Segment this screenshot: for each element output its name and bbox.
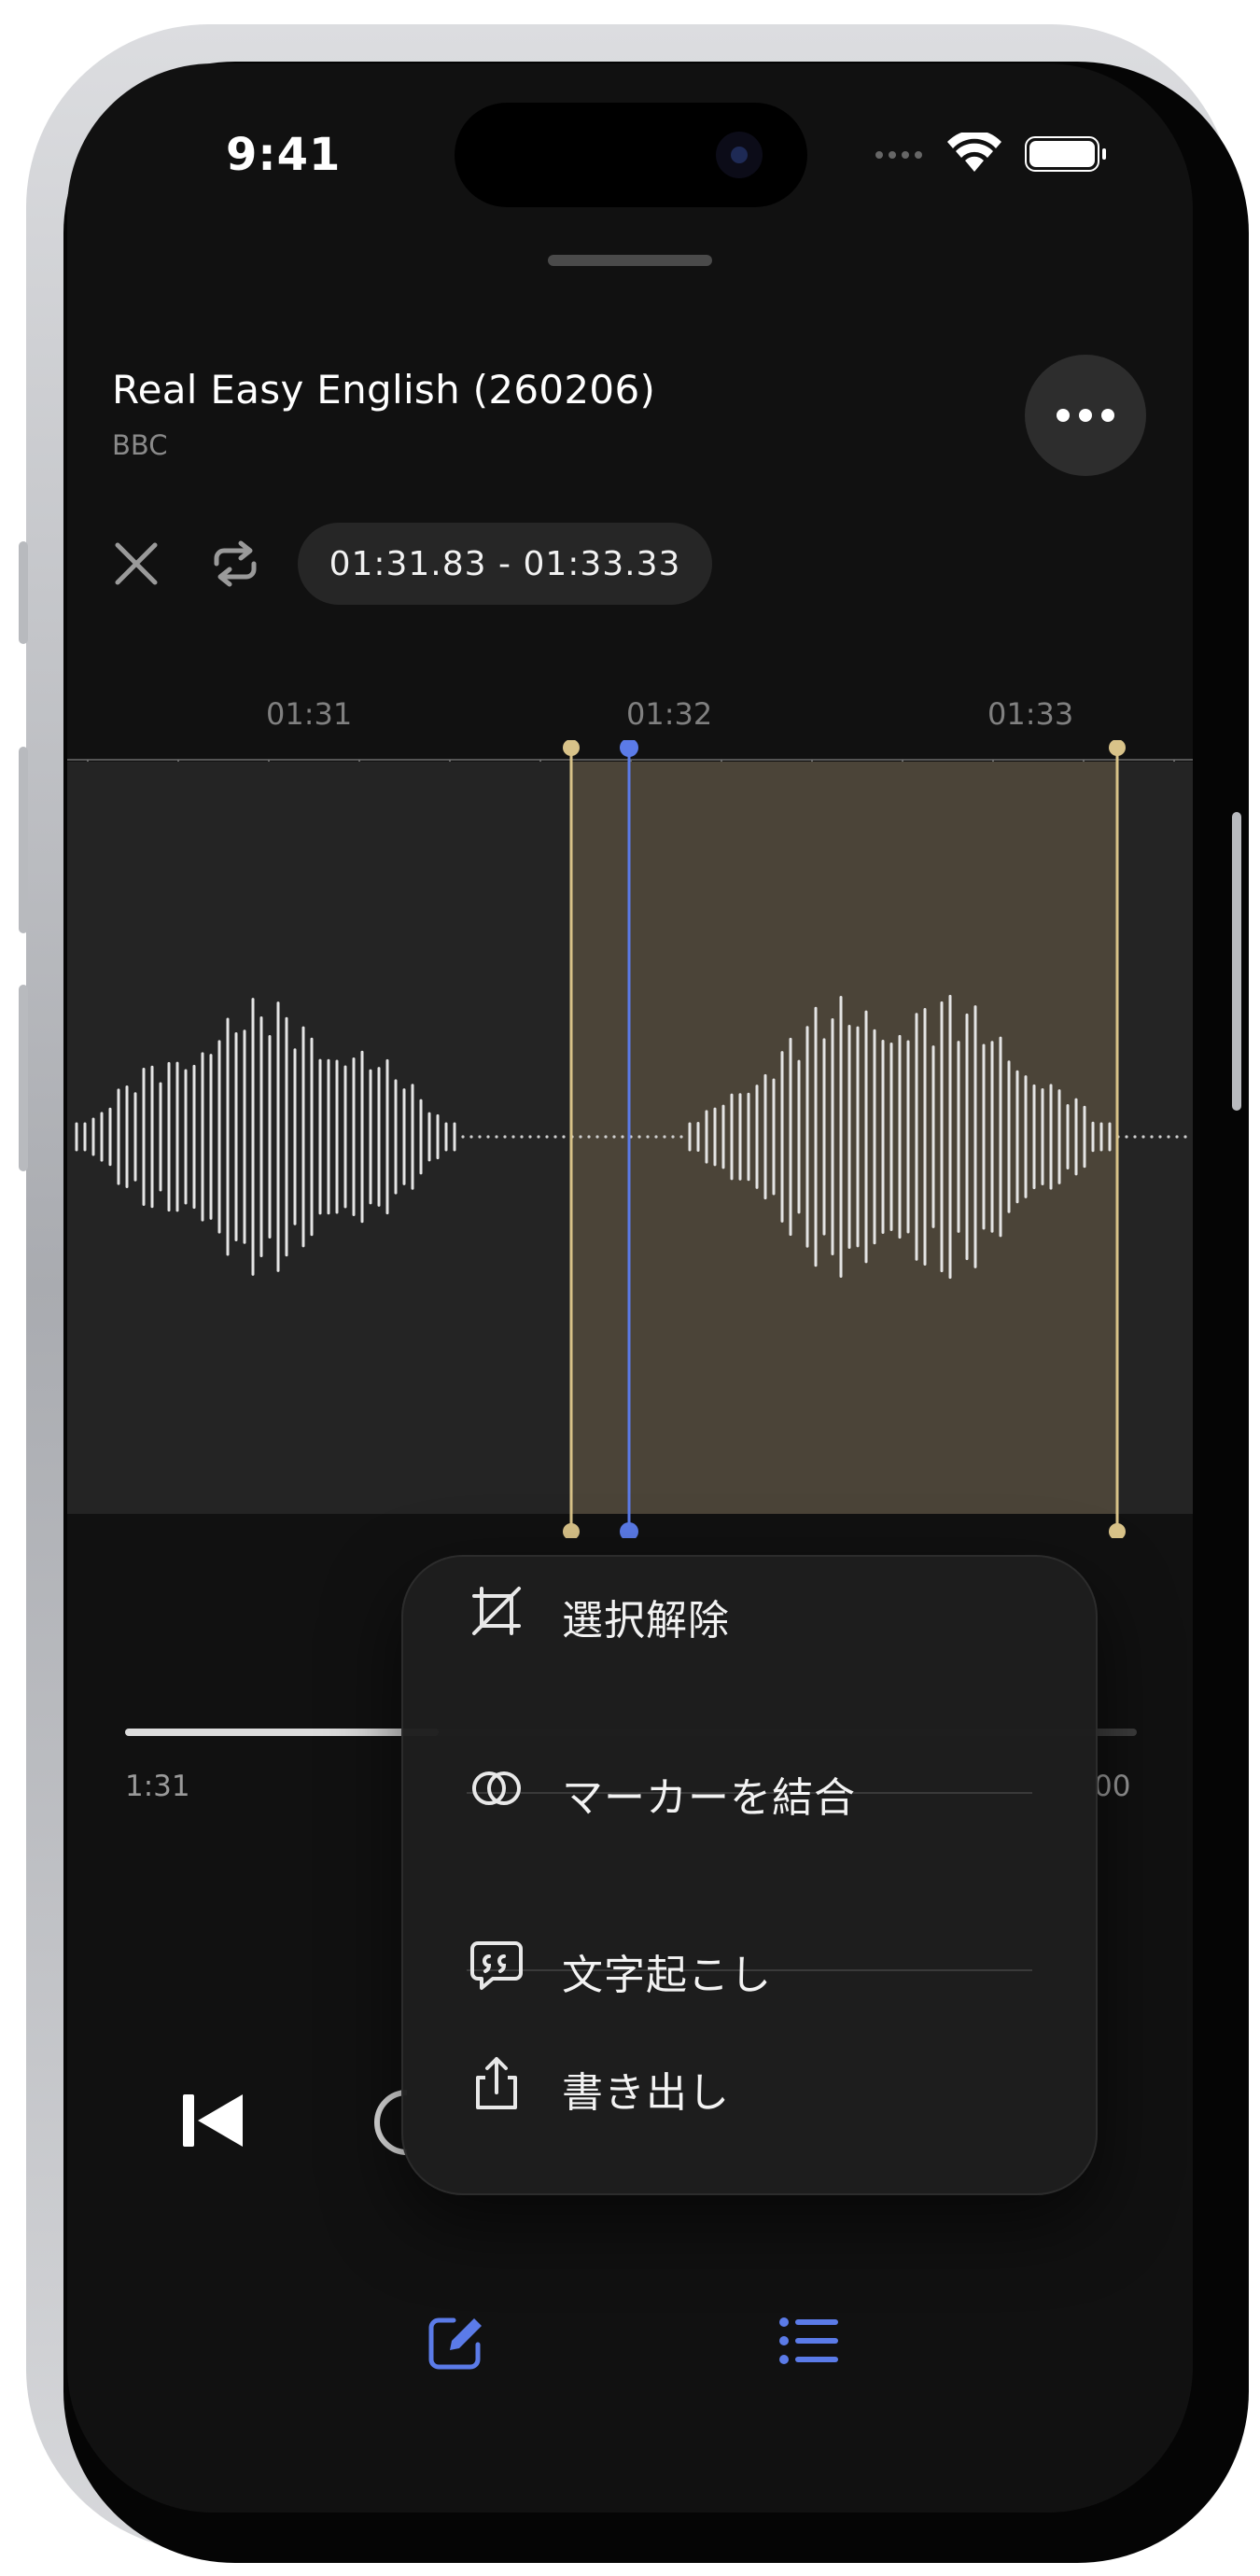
episode-source: BBC <box>112 429 168 461</box>
menu-item-merge-markers[interactable]: マーカーを結合 <box>401 1732 1098 1844</box>
timeline-tick-label: 01:32 <box>626 696 713 732</box>
transcribe-icon <box>470 1941 523 1990</box>
waveform-silence-dot <box>1150 1135 1154 1139</box>
menu-item-label: マーカーを結合 <box>562 1774 856 1822</box>
menu-item-transcribe[interactable]: 文字起こし <box>401 1910 1098 2022</box>
status-time: 9:41 <box>226 129 342 181</box>
waveform-silence-dot <box>478 1135 482 1139</box>
camera-icon <box>716 132 763 178</box>
selection-start-handle-top <box>563 740 580 756</box>
waveform-silence-dot <box>663 1135 666 1139</box>
waveform-silence-dot <box>495 1135 498 1139</box>
selection-start-handle-bottom <box>563 1523 580 1538</box>
waveform-silence-dot <box>537 1135 540 1139</box>
app-screen: 9:41 Real Easy English (260206) BBC 01:3… <box>67 63 1193 2513</box>
waveform-silence-dot <box>1141 1135 1145 1139</box>
sheet-grabber[interactable] <box>548 255 712 266</box>
waveform[interactable] <box>67 740 1193 1538</box>
playback-progress-fill <box>125 1729 440 1736</box>
menu-item-label: 選択解除 <box>562 1597 730 1645</box>
waveform-silence-dot <box>654 1135 658 1139</box>
progress-end-time: 00 <box>1094 1770 1131 1803</box>
waveform-silence-dot <box>1167 1135 1170 1139</box>
context-menu: 選択解除 マーカーを結合 文字起こし 書き出し <box>401 1555 1098 2195</box>
selection-range-pill[interactable]: 01:31.83 - 01:33.33 <box>298 523 712 605</box>
waveform-silence-dot <box>637 1135 641 1139</box>
menu-item-label: 書き出し <box>562 2069 730 2117</box>
waveform-silence-dot <box>1133 1135 1137 1139</box>
deselect-icon <box>472 1587 521 1635</box>
timeline-tick-label: 01:31 <box>266 696 353 732</box>
merge-markers-icon <box>472 1771 521 1805</box>
loop-icon[interactable] <box>209 539 261 588</box>
episode-title: Real Easy English (260206) <box>112 367 656 413</box>
side-button-volume-down <box>19 985 28 1171</box>
timeline-tick-label: 01:33 <box>987 696 1074 732</box>
waveform-silence-dot <box>545 1135 549 1139</box>
wifi-icon <box>947 133 1001 172</box>
waveform-silence-dot <box>486 1135 490 1139</box>
ellipsis-icon <box>1057 409 1114 422</box>
menu-item-label: 文字起こし <box>562 1952 772 1999</box>
waveform-silence-dot <box>579 1135 582 1139</box>
waveform-silence-dot <box>604 1135 608 1139</box>
playhead-handle-top <box>620 740 638 757</box>
selection-end-handle-top <box>1109 740 1126 756</box>
status-icons <box>875 133 1106 172</box>
waveform-silence-dot <box>1125 1135 1128 1139</box>
waveform-silence-dot <box>528 1135 532 1139</box>
side-button-action <box>19 541 28 644</box>
more-options-button[interactable] <box>1025 355 1146 476</box>
playhead-handle-bottom <box>620 1522 638 1538</box>
waveform-silence-dot <box>679 1135 683 1139</box>
list-icon[interactable] <box>778 2315 840 2367</box>
waveform-silence-dot <box>595 1135 599 1139</box>
selection-end-handle-bottom <box>1109 1523 1126 1538</box>
menu-item-deselect[interactable]: 選択解除 <box>401 1555 1098 1667</box>
waveform-silence-dot <box>646 1135 650 1139</box>
waveform-silence-dot <box>1183 1135 1187 1139</box>
battery-icon <box>1025 136 1106 172</box>
skip-back-icon[interactable] <box>179 2087 246 2154</box>
waveform-silence-dot <box>621 1135 624 1139</box>
waveform-silence-dot <box>1175 1135 1179 1139</box>
waveform-silence-dot <box>587 1135 591 1139</box>
waveform-silence-dot <box>612 1135 616 1139</box>
waveform-silence-dot <box>469 1135 473 1139</box>
side-button-power <box>1232 812 1241 1111</box>
signal-icon <box>875 151 922 159</box>
waveform-silence-dot <box>671 1135 675 1139</box>
side-button-volume-up <box>19 747 28 933</box>
menu-item-export[interactable]: 書き出し <box>401 2027 1098 2139</box>
edit-note-icon[interactable] <box>426 2313 485 2373</box>
waveform-silence-dot <box>511 1135 515 1139</box>
progress-start-time: 1:31 <box>125 1770 190 1803</box>
waveform-silence-dot <box>1158 1135 1162 1139</box>
waveform-silence-dot <box>461 1135 465 1139</box>
waveform-silence-dot <box>503 1135 507 1139</box>
dynamic-island <box>455 103 807 207</box>
waveform-silence-dot <box>562 1135 566 1139</box>
waveform-silence-dot <box>520 1135 524 1139</box>
close-icon[interactable] <box>112 539 161 588</box>
export-icon <box>476 2057 517 2109</box>
waveform-silence-dot <box>553 1135 557 1139</box>
